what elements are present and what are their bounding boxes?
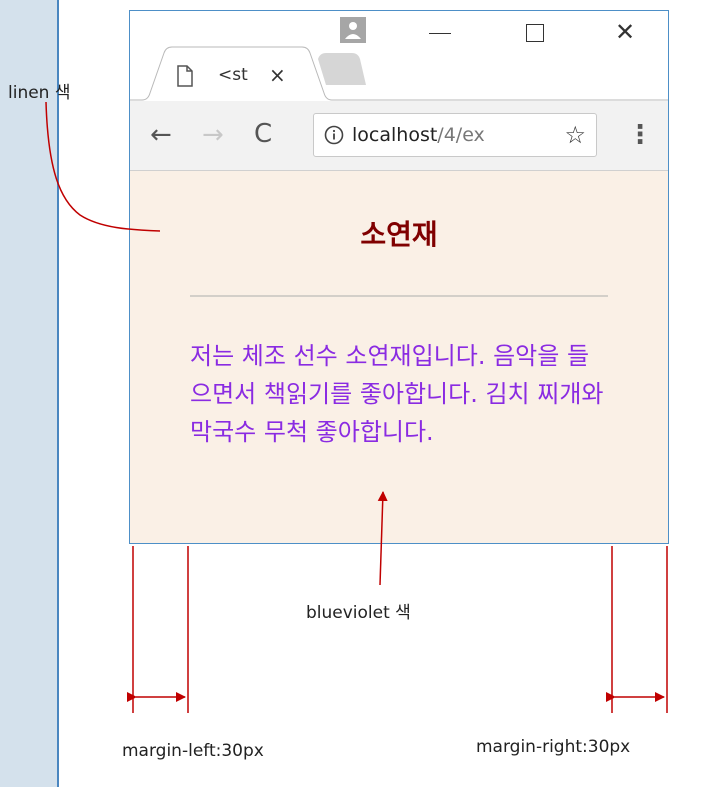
linen-pointer-line <box>45 101 161 232</box>
blueviolet-label: blueviolet 색 <box>306 603 411 623</box>
annotation-overlay <box>45 101 668 713</box>
linen-label: linen 색 <box>8 83 71 103</box>
margin-left-label: margin-left:30px <box>122 741 264 761</box>
blueviolet-pointer-arrow <box>377 491 388 586</box>
margin-right-label: margin-right:30px <box>476 737 631 757</box>
